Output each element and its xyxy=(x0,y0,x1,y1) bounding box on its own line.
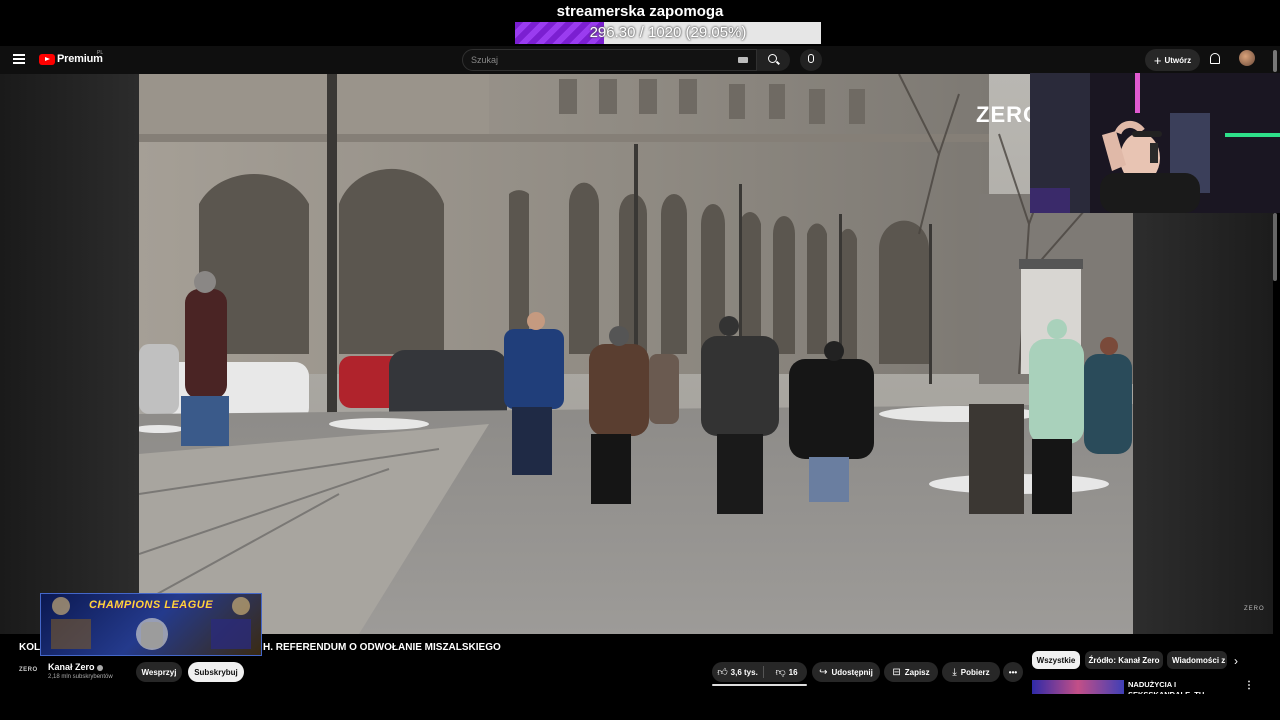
player-side-panel-left xyxy=(0,74,139,634)
bell-icon[interactable] xyxy=(1210,53,1220,64)
screen: streamerska zapomoga 296.30 / 1020 (29.0… xyxy=(0,0,1280,720)
create-button[interactable]: + Utwórz xyxy=(1145,49,1200,71)
chip-news[interactable]: Wiadomości z xyxy=(1167,651,1227,669)
like-button[interactable]: 👍︎ 3,6 tys. xyxy=(713,666,763,678)
plus-icon: + xyxy=(1153,52,1162,68)
support-button[interactable]: Wesprzyj xyxy=(136,662,182,682)
share-button[interactable]: ↪ Udostępnij xyxy=(812,662,880,682)
player-side-panel-right xyxy=(1133,213,1273,634)
streamer-webcam xyxy=(1030,73,1280,213)
video-title-end: H. REFERENDUM O ODWOŁANIE MISZALSKIEGO xyxy=(263,642,501,653)
menu-icon[interactable] xyxy=(13,54,25,64)
search-box xyxy=(462,49,757,71)
comment-count: 16 xyxy=(788,667,798,677)
channel-avatar[interactable]: ZERO xyxy=(19,663,41,677)
chevron-right-icon[interactable]: › xyxy=(1234,654,1238,668)
scrollbar-thumb[interactable] xyxy=(1273,50,1277,72)
subscribe-label: Subskrybuj xyxy=(194,667,238,677)
video-player[interactable] xyxy=(139,74,1133,634)
mic-icon xyxy=(808,54,814,63)
search-button[interactable] xyxy=(757,49,790,71)
search-icon xyxy=(768,54,777,63)
youtube-play-icon xyxy=(39,53,55,65)
voice-search-button[interactable] xyxy=(800,49,822,71)
verified-icon xyxy=(96,664,103,671)
channel-name[interactable]: Kanał Zero xyxy=(48,662,103,672)
support-label: Wesprzyj xyxy=(141,667,177,677)
more-actions-button[interactable]: ••• xyxy=(1003,662,1023,682)
subscribe-button[interactable]: Subskrybuj xyxy=(188,662,244,682)
chip-source-channel[interactable]: Źródło: Kanał Zero xyxy=(1085,651,1163,669)
like-underline xyxy=(712,684,807,686)
share-label: Udostępnij xyxy=(831,667,873,677)
subscriber-count: 2,18 mln subskrybentów xyxy=(48,674,113,680)
recommended-video-thumbnail[interactable] xyxy=(1032,680,1124,694)
thumbs-up-icon: 👍︎ xyxy=(717,667,728,678)
thumbs-down-icon: 👎︎ xyxy=(775,667,786,678)
chip-all[interactable]: Wszystkie xyxy=(1032,651,1080,669)
video-title-start: KOL xyxy=(19,642,41,653)
player-watermark: ZERO xyxy=(1244,606,1265,612)
goal-title: streamerska zapomoga xyxy=(556,3,724,20)
download-icon: ⤓ xyxy=(952,666,957,678)
recommended-video-title[interactable]: NADUŻYCIA I SEKSSKANDALE. TU WŁADZE BEZR… xyxy=(1128,680,1238,694)
search-input[interactable] xyxy=(471,50,731,70)
dislike-button[interactable]: 👎︎ 16 xyxy=(767,666,807,678)
logo-region: PL xyxy=(97,50,104,56)
channel-name-text: Kanał Zero xyxy=(48,662,95,672)
goal-progress-bar: 296.30 / 1020 (29.05%) xyxy=(515,22,821,44)
logo-text: Premium xyxy=(57,53,103,65)
save-label: Zapisz xyxy=(904,667,930,677)
like-dislike-group: 👍︎ 3,6 tys. 👎︎ 16 xyxy=(712,662,807,682)
webcam-image xyxy=(1030,73,1280,213)
create-label: Utwórz xyxy=(1164,55,1192,65)
save-button[interactable]: ⊟ Zapisz xyxy=(884,662,938,682)
share-icon: ↪ xyxy=(819,666,828,678)
video-title-row: KOL H. REFERENDUM O ODWOŁANIE MISZALSKIE… xyxy=(0,634,1020,660)
download-button[interactable]: ⤓ Pobierz xyxy=(942,662,1000,682)
scrollbar-thumb-lower[interactable] xyxy=(1273,213,1277,281)
like-divider xyxy=(763,666,764,678)
top-navigation-bar: Premium PL + Utwórz xyxy=(0,46,1280,74)
youtube-premium-logo[interactable]: Premium xyxy=(39,53,103,65)
keyboard-icon[interactable] xyxy=(738,57,748,63)
avatar[interactable] xyxy=(1239,50,1255,66)
download-label: Pobierz xyxy=(960,667,990,677)
like-count: 3,6 tys. xyxy=(730,667,758,677)
more-icon: ••• xyxy=(1008,667,1018,677)
more-vert-icon[interactable]: ⋮ xyxy=(1244,680,1254,691)
banner-text: CHAMPIONS LEAGUE xyxy=(88,599,214,611)
video-frame-image xyxy=(139,74,1133,634)
bookmark-icon: ⊟ xyxy=(892,666,901,678)
goal-progress-text: 296.30 / 1020 (29.05%) xyxy=(589,24,747,41)
